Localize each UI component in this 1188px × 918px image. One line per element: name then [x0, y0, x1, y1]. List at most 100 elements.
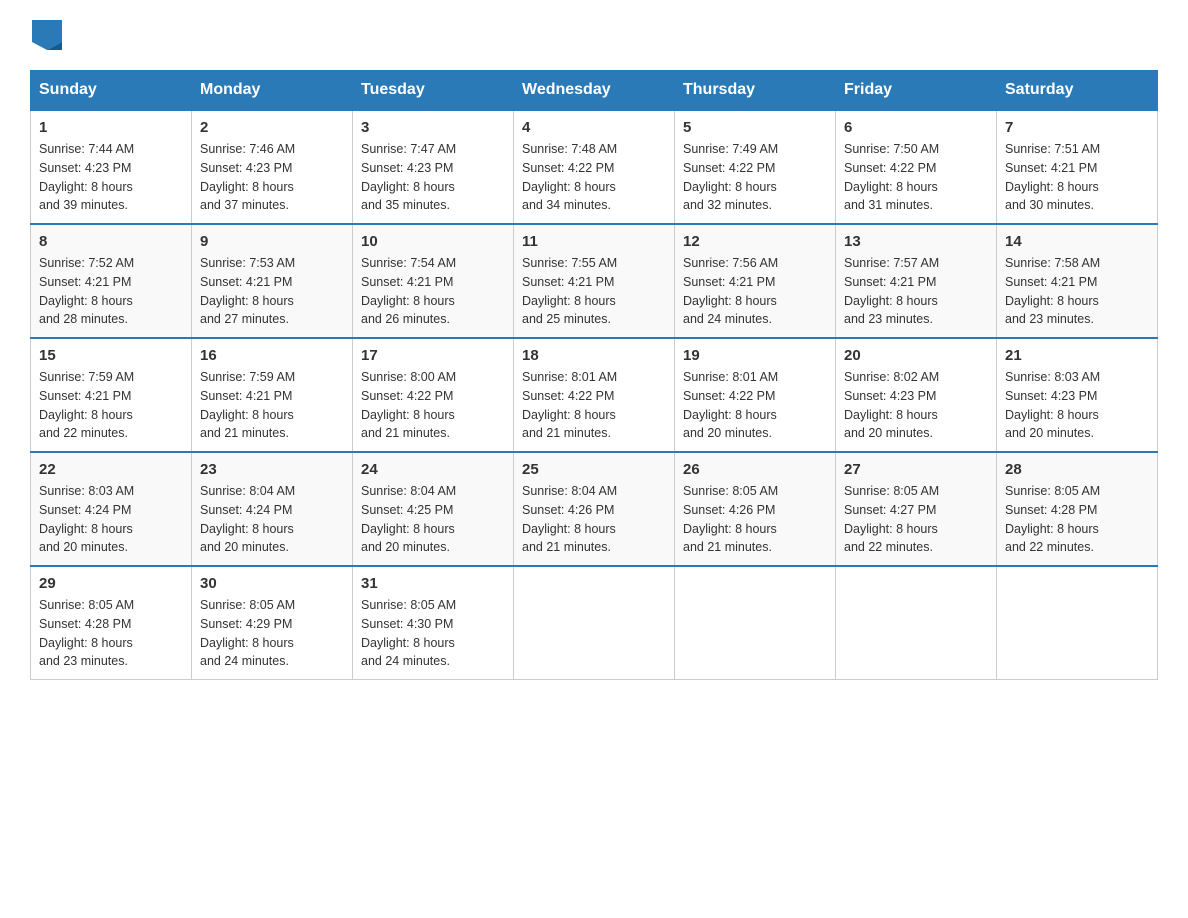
day-info: Sunrise: 8:05 AM Sunset: 4:28 PM Dayligh… — [39, 598, 134, 668]
calendar-cell: 8 Sunrise: 7:52 AM Sunset: 4:21 PM Dayli… — [31, 224, 192, 338]
day-number: 23 — [200, 461, 344, 478]
day-info: Sunrise: 8:04 AM Sunset: 4:26 PM Dayligh… — [522, 484, 617, 554]
calendar-cell: 2 Sunrise: 7:46 AM Sunset: 4:23 PM Dayli… — [192, 110, 353, 224]
day-info: Sunrise: 7:44 AM Sunset: 4:23 PM Dayligh… — [39, 142, 134, 212]
day-number: 4 — [522, 119, 666, 136]
calendar-cell: 4 Sunrise: 7:48 AM Sunset: 4:22 PM Dayli… — [514, 110, 675, 224]
day-number: 15 — [39, 347, 183, 364]
day-number: 31 — [361, 575, 505, 592]
day-header-sunday: Sunday — [31, 71, 192, 111]
day-number: 29 — [39, 575, 183, 592]
day-info: Sunrise: 8:04 AM Sunset: 4:25 PM Dayligh… — [361, 484, 456, 554]
day-info: Sunrise: 7:49 AM Sunset: 4:22 PM Dayligh… — [683, 142, 778, 212]
day-number: 27 — [844, 461, 988, 478]
day-number: 18 — [522, 347, 666, 364]
day-info: Sunrise: 7:55 AM Sunset: 4:21 PM Dayligh… — [522, 256, 617, 326]
calendar-cell: 27 Sunrise: 8:05 AM Sunset: 4:27 PM Dayl… — [836, 452, 997, 566]
calendar-week-row: 29 Sunrise: 8:05 AM Sunset: 4:28 PM Dayl… — [31, 566, 1158, 680]
day-info: Sunrise: 8:01 AM Sunset: 4:22 PM Dayligh… — [683, 370, 778, 440]
day-info: Sunrise: 8:05 AM Sunset: 4:26 PM Dayligh… — [683, 484, 778, 554]
day-number: 19 — [683, 347, 827, 364]
calendar-cell — [514, 566, 675, 680]
day-info: Sunrise: 8:03 AM Sunset: 4:24 PM Dayligh… — [39, 484, 134, 554]
calendar-cell: 3 Sunrise: 7:47 AM Sunset: 4:23 PM Dayli… — [353, 110, 514, 224]
day-info: Sunrise: 7:56 AM Sunset: 4:21 PM Dayligh… — [683, 256, 778, 326]
day-info: Sunrise: 7:58 AM Sunset: 4:21 PM Dayligh… — [1005, 256, 1100, 326]
day-info: Sunrise: 8:05 AM Sunset: 4:28 PM Dayligh… — [1005, 484, 1100, 554]
day-info: Sunrise: 7:52 AM Sunset: 4:21 PM Dayligh… — [39, 256, 134, 326]
calendar-week-row: 22 Sunrise: 8:03 AM Sunset: 4:24 PM Dayl… — [31, 452, 1158, 566]
logo-icon — [32, 20, 62, 50]
day-number: 14 — [1005, 233, 1149, 250]
day-number: 16 — [200, 347, 344, 364]
day-info: Sunrise: 7:50 AM Sunset: 4:22 PM Dayligh… — [844, 142, 939, 212]
calendar-cell: 19 Sunrise: 8:01 AM Sunset: 4:22 PM Dayl… — [675, 338, 836, 452]
calendar-cell: 29 Sunrise: 8:05 AM Sunset: 4:28 PM Dayl… — [31, 566, 192, 680]
day-number: 24 — [361, 461, 505, 478]
calendar-cell: 1 Sunrise: 7:44 AM Sunset: 4:23 PM Dayli… — [31, 110, 192, 224]
day-info: Sunrise: 7:47 AM Sunset: 4:23 PM Dayligh… — [361, 142, 456, 212]
day-info: Sunrise: 7:59 AM Sunset: 4:21 PM Dayligh… — [200, 370, 295, 440]
calendar-cell: 18 Sunrise: 8:01 AM Sunset: 4:22 PM Dayl… — [514, 338, 675, 452]
day-number: 17 — [361, 347, 505, 364]
calendar-cell: 25 Sunrise: 8:04 AM Sunset: 4:26 PM Dayl… — [514, 452, 675, 566]
calendar-cell: 21 Sunrise: 8:03 AM Sunset: 4:23 PM Dayl… — [997, 338, 1158, 452]
calendar-cell: 16 Sunrise: 7:59 AM Sunset: 4:21 PM Dayl… — [192, 338, 353, 452]
day-info: Sunrise: 8:01 AM Sunset: 4:22 PM Dayligh… — [522, 370, 617, 440]
calendar-cell: 20 Sunrise: 8:02 AM Sunset: 4:23 PM Dayl… — [836, 338, 997, 452]
day-number: 26 — [683, 461, 827, 478]
calendar-cell: 22 Sunrise: 8:03 AM Sunset: 4:24 PM Dayl… — [31, 452, 192, 566]
calendar-table: SundayMondayTuesdayWednesdayThursdayFrid… — [30, 70, 1158, 680]
calendar-cell: 15 Sunrise: 7:59 AM Sunset: 4:21 PM Dayl… — [31, 338, 192, 452]
calendar-cell: 12 Sunrise: 7:56 AM Sunset: 4:21 PM Dayl… — [675, 224, 836, 338]
day-number: 22 — [39, 461, 183, 478]
calendar-cell: 6 Sunrise: 7:50 AM Sunset: 4:22 PM Dayli… — [836, 110, 997, 224]
calendar-cell: 9 Sunrise: 7:53 AM Sunset: 4:21 PM Dayli… — [192, 224, 353, 338]
calendar-cell: 28 Sunrise: 8:05 AM Sunset: 4:28 PM Dayl… — [997, 452, 1158, 566]
day-info: Sunrise: 8:05 AM Sunset: 4:29 PM Dayligh… — [200, 598, 295, 668]
calendar-cell — [836, 566, 997, 680]
calendar-cell — [675, 566, 836, 680]
day-number: 8 — [39, 233, 183, 250]
logo — [30, 20, 62, 50]
day-number: 21 — [1005, 347, 1149, 364]
calendar-cell: 24 Sunrise: 8:04 AM Sunset: 4:25 PM Dayl… — [353, 452, 514, 566]
day-number: 10 — [361, 233, 505, 250]
day-number: 20 — [844, 347, 988, 364]
day-header-saturday: Saturday — [997, 71, 1158, 111]
day-header-friday: Friday — [836, 71, 997, 111]
day-info: Sunrise: 7:48 AM Sunset: 4:22 PM Dayligh… — [522, 142, 617, 212]
day-number: 1 — [39, 119, 183, 136]
calendar-week-row: 1 Sunrise: 7:44 AM Sunset: 4:23 PM Dayli… — [31, 110, 1158, 224]
calendar-cell: 14 Sunrise: 7:58 AM Sunset: 4:21 PM Dayl… — [997, 224, 1158, 338]
day-info: Sunrise: 8:03 AM Sunset: 4:23 PM Dayligh… — [1005, 370, 1100, 440]
calendar-header-row: SundayMondayTuesdayWednesdayThursdayFrid… — [31, 71, 1158, 111]
day-info: Sunrise: 8:05 AM Sunset: 4:30 PM Dayligh… — [361, 598, 456, 668]
day-info: Sunrise: 7:57 AM Sunset: 4:21 PM Dayligh… — [844, 256, 939, 326]
calendar-cell: 11 Sunrise: 7:55 AM Sunset: 4:21 PM Dayl… — [514, 224, 675, 338]
day-header-tuesday: Tuesday — [353, 71, 514, 111]
calendar-cell: 26 Sunrise: 8:05 AM Sunset: 4:26 PM Dayl… — [675, 452, 836, 566]
day-info: Sunrise: 7:59 AM Sunset: 4:21 PM Dayligh… — [39, 370, 134, 440]
day-number: 12 — [683, 233, 827, 250]
calendar-cell: 23 Sunrise: 8:04 AM Sunset: 4:24 PM Dayl… — [192, 452, 353, 566]
day-header-thursday: Thursday — [675, 71, 836, 111]
day-info: Sunrise: 8:02 AM Sunset: 4:23 PM Dayligh… — [844, 370, 939, 440]
calendar-cell: 7 Sunrise: 7:51 AM Sunset: 4:21 PM Dayli… — [997, 110, 1158, 224]
day-number: 7 — [1005, 119, 1149, 136]
day-number: 9 — [200, 233, 344, 250]
day-header-monday: Monday — [192, 71, 353, 111]
day-info: Sunrise: 7:53 AM Sunset: 4:21 PM Dayligh… — [200, 256, 295, 326]
day-info: Sunrise: 8:05 AM Sunset: 4:27 PM Dayligh… — [844, 484, 939, 554]
day-number: 2 — [200, 119, 344, 136]
calendar-cell: 10 Sunrise: 7:54 AM Sunset: 4:21 PM Dayl… — [353, 224, 514, 338]
calendar-week-row: 8 Sunrise: 7:52 AM Sunset: 4:21 PM Dayli… — [31, 224, 1158, 338]
day-info: Sunrise: 7:46 AM Sunset: 4:23 PM Dayligh… — [200, 142, 295, 212]
calendar-cell: 13 Sunrise: 7:57 AM Sunset: 4:21 PM Dayl… — [836, 224, 997, 338]
day-info: Sunrise: 8:00 AM Sunset: 4:22 PM Dayligh… — [361, 370, 456, 440]
day-number: 11 — [522, 233, 666, 250]
day-number: 25 — [522, 461, 666, 478]
calendar-cell: 5 Sunrise: 7:49 AM Sunset: 4:22 PM Dayli… — [675, 110, 836, 224]
day-number: 6 — [844, 119, 988, 136]
day-number: 3 — [361, 119, 505, 136]
